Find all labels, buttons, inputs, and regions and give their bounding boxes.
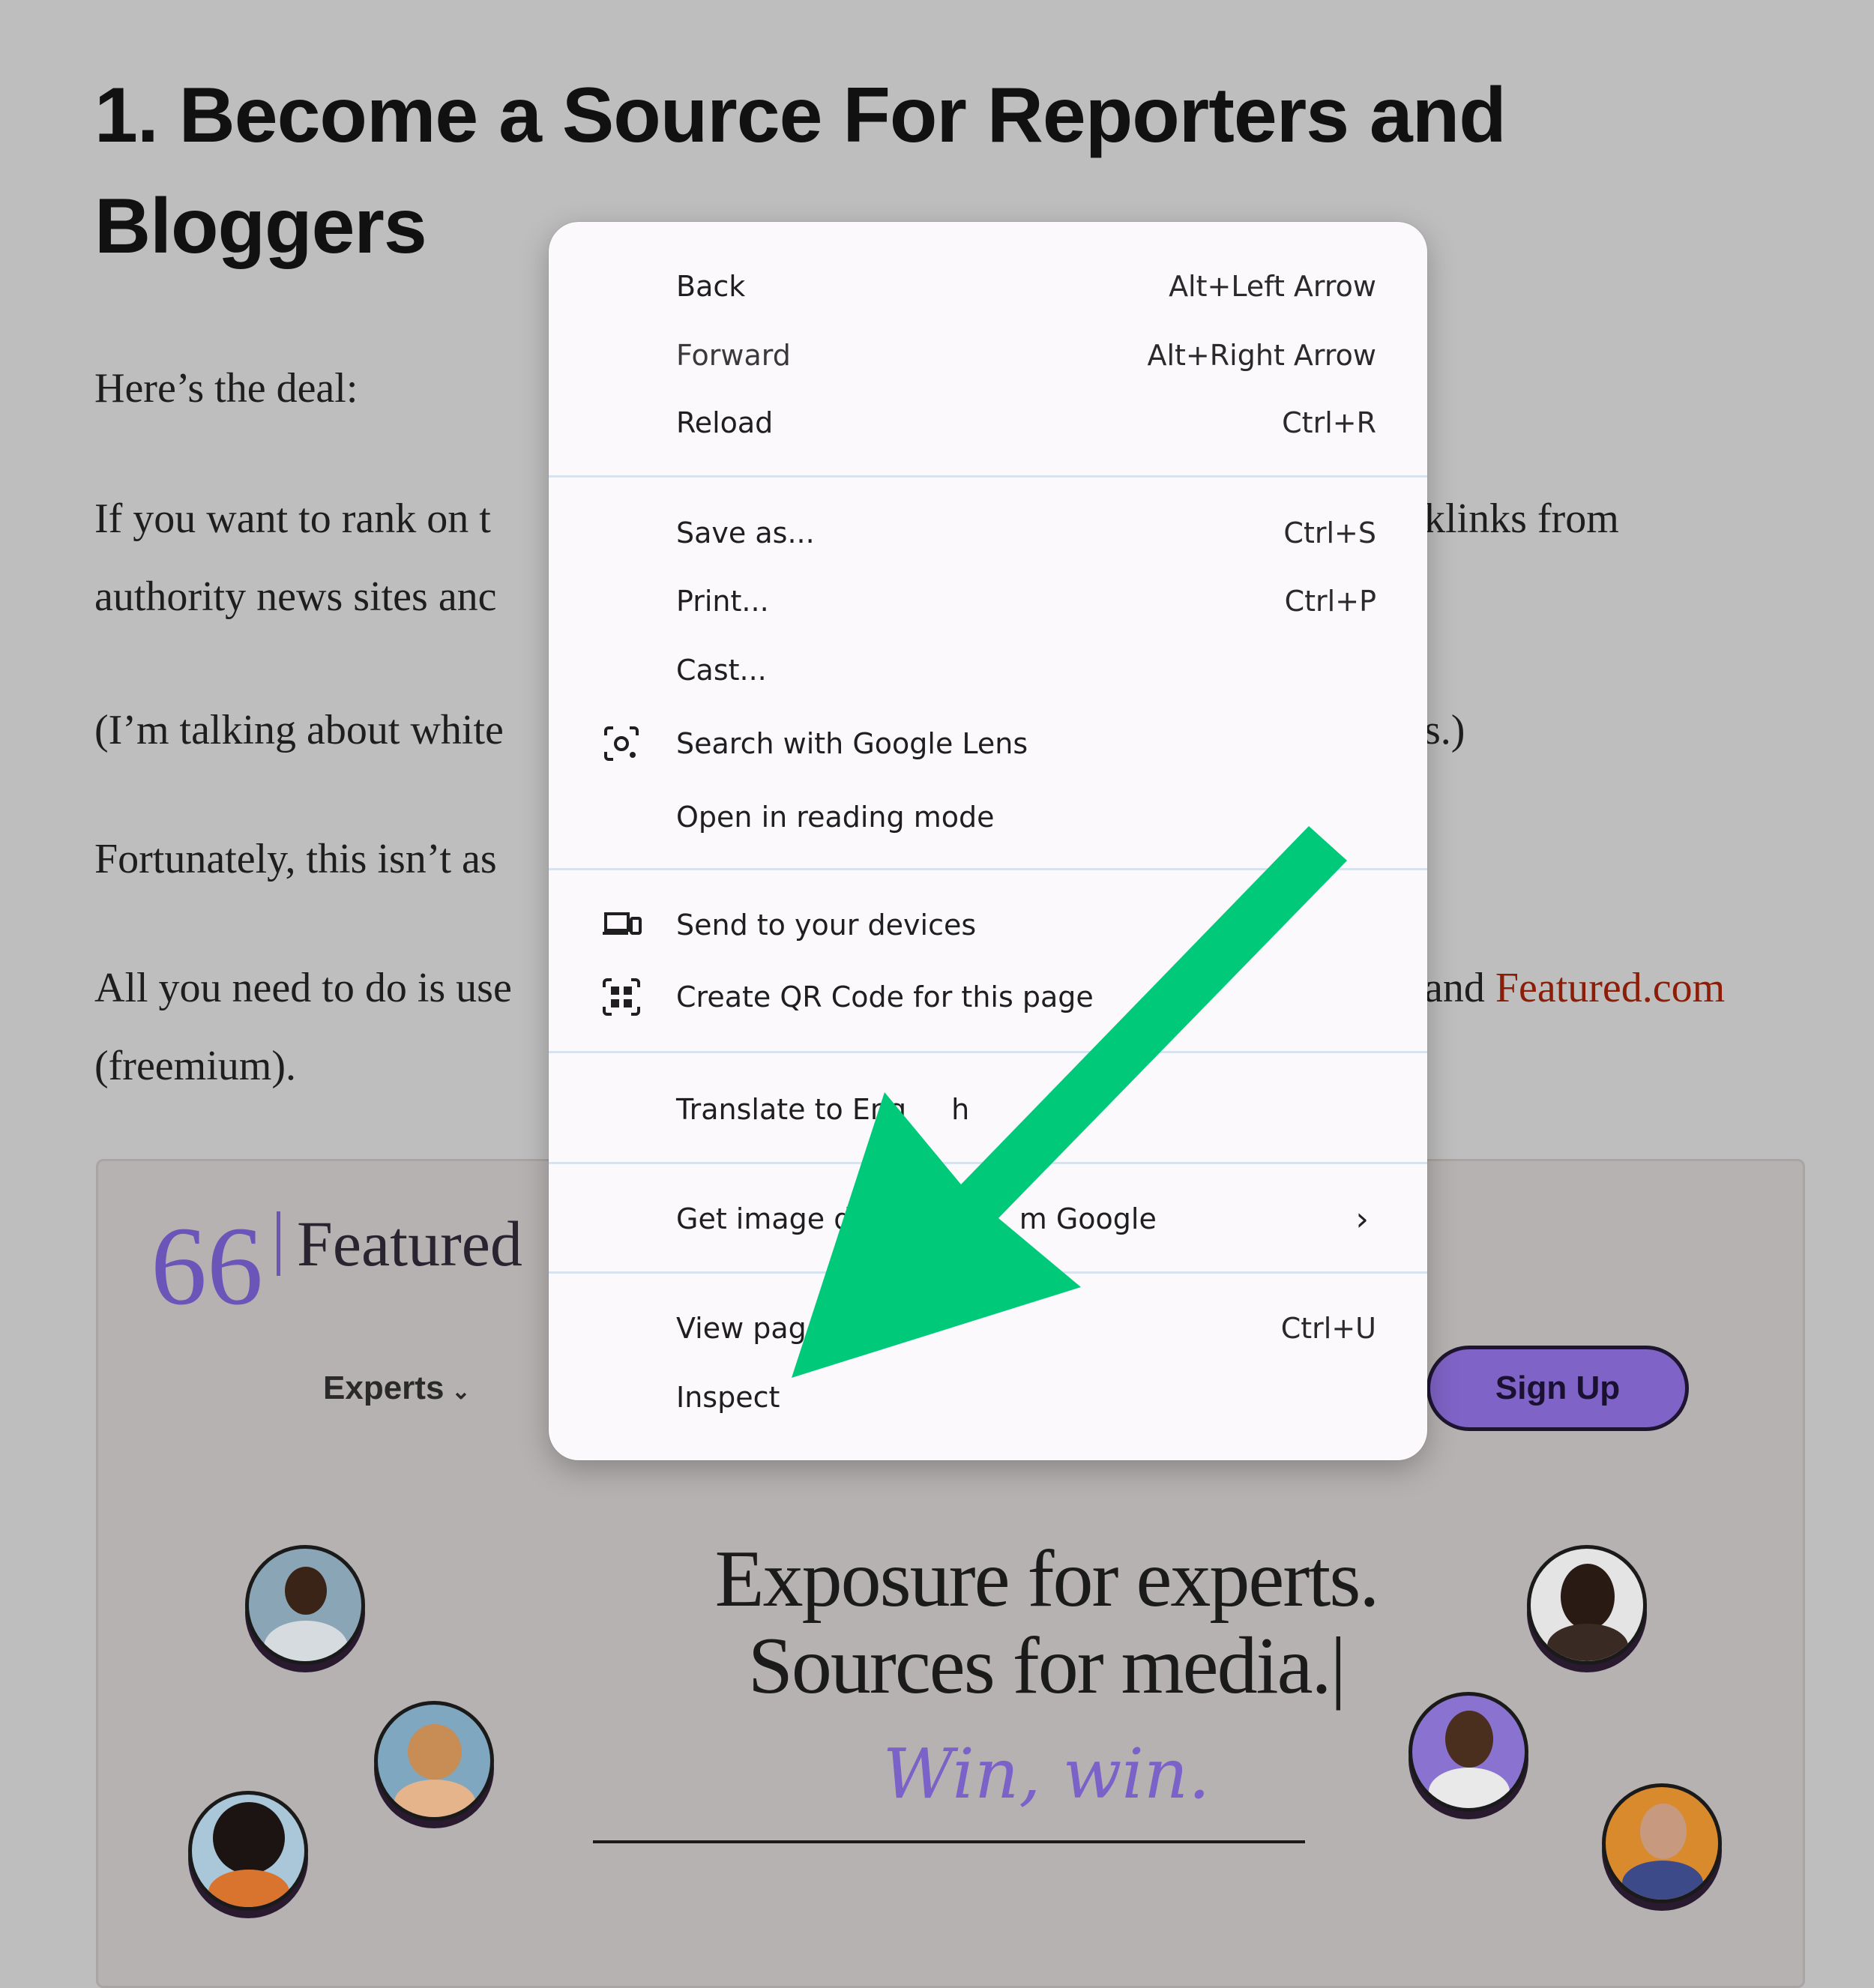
menu-label-reload: Reload (676, 406, 774, 439)
menu-label-save-as: Save as... (676, 516, 815, 549)
context-menu: Back Alt+Left Arrow Forward Alt+Right Ar… (549, 222, 1427, 1460)
menu-item-qr-code[interactable]: Create QR Code for this page (549, 967, 1427, 1027)
menu-item-cast[interactable]: Cast... (549, 640, 1427, 700)
hero-underline (593, 1840, 1305, 1843)
avatar (1527, 1545, 1647, 1665)
menu-label-forward: Forward (676, 339, 791, 372)
menu-separator (549, 1162, 1427, 1164)
and-text: and (1424, 965, 1485, 1011)
qr-code-icon (603, 978, 640, 1016)
logo-divider (277, 1211, 280, 1276)
menu-label-qr-code: Create QR Code for this page (676, 981, 1094, 1013)
hero-tagline: Win, win. (882, 1734, 1211, 1814)
menu-item-view-source[interactable]: View page Ctrl+U (549, 1298, 1427, 1358)
featured-logo: 66 Featured (151, 1206, 522, 1322)
menu-label-print: Print... (676, 585, 769, 618)
translate-label-tail: h (951, 1093, 970, 1126)
avatar (188, 1791, 308, 1911)
menu-separator (549, 475, 1427, 478)
menu-label-reading-mode: Open in reading mode (676, 801, 995, 834)
menu-item-image-description[interactable]: Get image de m Google › (549, 1189, 1427, 1249)
menu-item-google-lens[interactable]: Search with Google Lens (549, 714, 1427, 774)
menu-label-google-lens: Search with Google Lens (676, 727, 1028, 760)
hero-line-2: Sources for media.| (747, 1621, 1346, 1711)
article-paragraph-2-line1-right: klinks from (1424, 496, 1619, 542)
article-paragraph-3-right: s.) (1424, 707, 1465, 753)
menu-label-view-source: View page (676, 1312, 825, 1345)
shortcut-reload: Ctrl+R (1282, 406, 1376, 439)
experts-nav-item: Experts ⌄ (323, 1370, 471, 1407)
hero-line-1: Exposure for experts. (714, 1534, 1380, 1624)
featured-link[interactable]: Featured.com (1495, 965, 1725, 1011)
menu-item-print[interactable]: Print... Ctrl+P (549, 571, 1427, 631)
avatar (245, 1545, 365, 1665)
menu-item-translate[interactable]: Translate to Eng h (549, 1079, 1427, 1139)
menu-label-cast: Cast... (676, 654, 767, 687)
chevron-down-icon: ⌄ (451, 1379, 471, 1404)
shortcut-forward: Alt+Right Arrow (1147, 339, 1376, 372)
logo-quote-mark: 66 (151, 1204, 263, 1328)
devices-icon (603, 912, 642, 935)
menu-item-inspect[interactable]: Inspect (549, 1367, 1427, 1427)
menu-label-inspect: Inspect (676, 1381, 780, 1414)
translate-label-head: Translate to Eng (676, 1093, 907, 1126)
menu-separator (549, 868, 1427, 870)
image-desc-label-head: Get image de (676, 1202, 870, 1235)
menu-item-forward[interactable]: Forward Alt+Right Arrow (549, 325, 1427, 385)
menu-item-send-devices[interactable]: Send to your devices (549, 895, 1427, 955)
menu-label-image-description: Get image de m Google (676, 1202, 1157, 1235)
menu-label-back: Back (676, 270, 746, 303)
google-lens-icon (604, 726, 639, 761)
menu-item-save-as[interactable]: Save as... Ctrl+S (549, 503, 1427, 563)
hero-headline: Exposure for experts. Sources for media.… (548, 1536, 1545, 1710)
menu-item-reading-mode[interactable]: Open in reading mode (549, 787, 1427, 847)
avatar (374, 1701, 494, 1821)
menu-label-send-devices: Send to your devices (676, 909, 977, 942)
experts-label: Experts (323, 1370, 445, 1406)
signup-button: Sign Up (1426, 1346, 1689, 1431)
article-paragraph-5-line1-right: and Featured.com (1424, 949, 1874, 1027)
shortcut-view-source: Ctrl+U (1280, 1312, 1376, 1345)
avatar (1602, 1783, 1722, 1903)
shortcut-back: Alt+Left Arrow (1169, 270, 1376, 303)
image-desc-label-tail: m Google (1019, 1202, 1157, 1235)
menu-separator (549, 1271, 1427, 1274)
menu-label-translate: Translate to Eng h (676, 1093, 969, 1126)
menu-separator (549, 1051, 1427, 1053)
shortcut-save-as: Ctrl+S (1283, 516, 1376, 549)
logo-text: Featured (297, 1208, 522, 1280)
shortcut-print: Ctrl+P (1284, 585, 1376, 618)
chevron-right-icon: › (1355, 1199, 1369, 1238)
menu-item-reload[interactable]: Reload Ctrl+R (549, 393, 1427, 453)
menu-item-back[interactable]: Back Alt+Left Arrow (549, 256, 1427, 316)
avatar (1408, 1692, 1528, 1812)
